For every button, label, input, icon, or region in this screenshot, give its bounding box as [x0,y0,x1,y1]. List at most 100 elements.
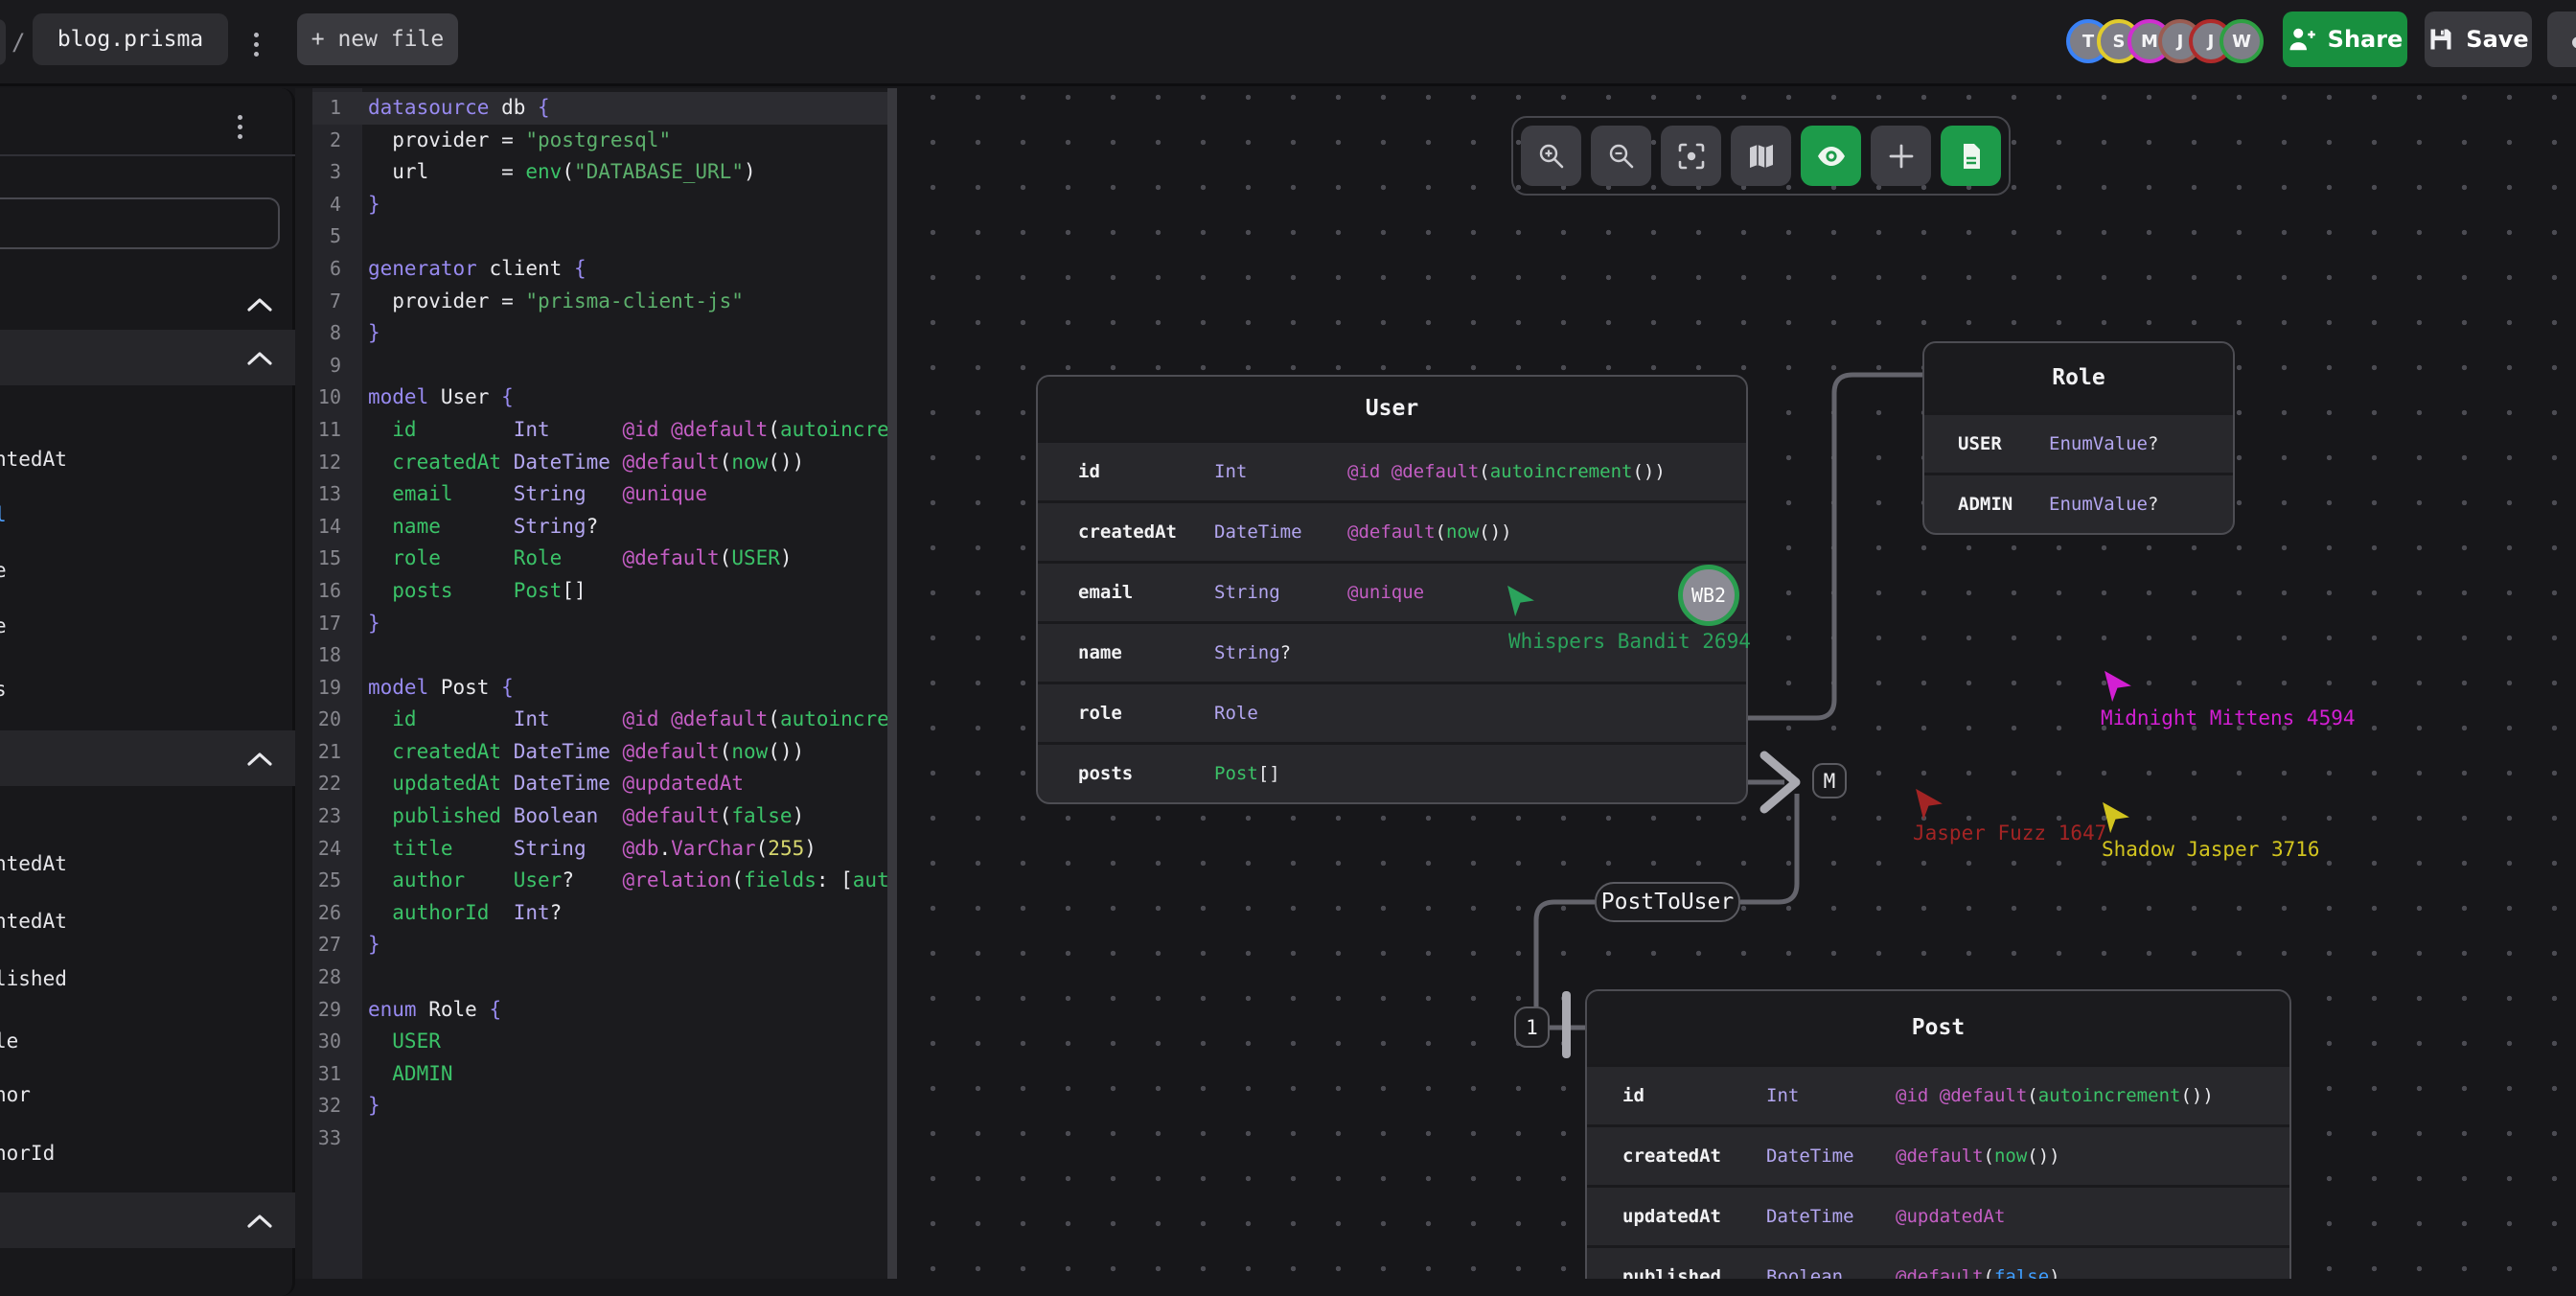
sidebar-section-role[interactable] [0,1192,295,1248]
code-line: 3 url = env("DATABASE_URL") [295,156,887,189]
sidebar-field-item[interactable]: s [0,678,7,701]
sidebar-field-item[interactable]: ntedAt [0,448,67,471]
code-line: 8} [295,317,887,350]
file-button[interactable] [1941,126,2001,186]
schema-code-editor[interactable]: 1datasource db {2 provider = "postgresql… [295,88,887,1279]
zoom-in-button[interactable] [1521,126,1581,186]
erd-field-row[interactable]: ADMINEnumValue? [1924,473,2233,533]
code-line: 7 provider = "prisma-client-js" [295,286,887,318]
save-button[interactable]: Save [2425,12,2532,67]
code-lines: 1datasource db {2 provider = "postgresql… [295,92,887,1155]
erd-table-post[interactable]: PostidInt@id @default(autoincrement())cr… [1585,989,2291,1279]
eye-button[interactable] [1801,126,1861,186]
plus-icon [1886,141,1917,172]
zoom-out-button[interactable] [1591,126,1651,186]
erd-field-row[interactable]: updatedAtDateTime@updatedAt [1587,1185,2289,1245]
erd-field-row[interactable]: createdAtDateTime@default(now()) [1587,1124,2289,1185]
sidebar-field-item[interactable]: l [0,503,7,526]
map-button[interactable] [1731,126,1791,186]
erd-field-row[interactable]: roleRole [1038,682,1746,742]
collaborator-cursor-avatar: WB2 [1678,565,1739,626]
remote-cursor-icon [2104,669,2132,707]
code-line: 18 [295,639,887,672]
chevron-up-icon [247,351,272,366]
erd-field-row[interactable]: publishedBoolean@default(false) [1587,1245,2289,1279]
relation-name-label[interactable]: PostToUser [1595,882,1740,922]
sidebar-field-item[interactable]: hor [0,1083,31,1106]
code-line: 6generator client { [295,253,887,286]
code-line: 16 posts Post[] [295,575,887,608]
cardinality-many-badge: M [1812,763,1847,798]
code-line: 22 updatedAt DateTime @updatedAt [295,768,887,800]
share-label: Share [2328,26,2404,53]
erd-field-row[interactable]: postsPost[] [1038,742,1746,802]
new-file-label: + new file [311,27,444,52]
sidebar-section-user[interactable] [0,330,295,385]
erd-field-row[interactable]: emailString@unique [1038,561,1746,621]
sidebar-field-item[interactable]: e [0,559,7,582]
sidebar-field-item[interactable]: ntedAt [0,852,67,875]
breadcrumb-separator: / [12,0,25,84]
chevron-up-icon [247,1214,272,1229]
code-line: 4} [295,189,887,221]
sidebar-field-item[interactable]: e [0,614,7,637]
file-tab[interactable]: blog.prisma [33,13,228,65]
schema-explorer-panel: ntedAtlees ntedAtntedAtlishedlehorhorId [0,88,295,1296]
erd-field-row[interactable]: idInt@id @default(autoincrement()) [1587,1064,2289,1124]
code-line: 5 [295,220,887,253]
code-line: 2 provider = "postgresql" [295,125,887,157]
save-label: Save [2466,26,2528,53]
erd-table-title: User [1038,377,1746,440]
code-line: 23 published Boolean @default(false) [295,800,887,833]
chevron-up-icon[interactable] [247,297,272,312]
file-icon [1956,141,1987,172]
code-line: 27} [295,929,887,961]
code-line: 20 id Int @id @default(autoincrement()) [295,704,887,736]
remote-cursor-name: Midnight Mittens 4594 [2101,706,2356,729]
code-line: 24 title String @db.VarChar(255) [295,833,887,866]
erd-canvas[interactable]: UseridInt@id @default(autoincrement())cr… [897,88,2576,1279]
remote-cursor-name: Shadow Jasper 3716 [2102,838,2320,861]
new-file-button[interactable]: + new file [297,13,458,65]
remote-cursor-icon [2102,800,2130,839]
search-input[interactable] [0,197,280,249]
avatar[interactable]: W [2220,19,2264,63]
code-line: 10model User { [295,382,887,414]
collaborator-avatars: TSMJJW [2066,19,2264,63]
sidebar-field-item[interactable]: lished [0,967,67,990]
code-line: 30 USER [295,1026,887,1058]
erd-field-row[interactable]: createdAtDateTime@default(now()) [1038,500,1746,561]
erd-field-row[interactable]: idInt@id @default(autoincrement()) [1038,440,1746,500]
code-line: 33 [295,1122,887,1155]
plus-button[interactable] [1871,126,1931,186]
one-cardinality-tick [1562,991,1571,1058]
code-line: 29enum Role { [295,994,887,1027]
diagram-toolbar [1511,116,2011,196]
focus-button[interactable] [1661,126,1721,186]
remote-cursor-name: Whispers Bandit 2694 [1508,630,1751,653]
code-line: 11 id Int @id @default(autoincrement()) [295,414,887,447]
focus-icon [1676,141,1707,172]
file-menu-kebab-icon[interactable] [254,33,259,57]
home-button[interactable] [0,19,6,65]
zoom-in-icon [1536,141,1567,172]
share-button[interactable]: Share [2283,12,2407,67]
sidebar-field-item[interactable]: horId [0,1142,55,1165]
code-line: 17} [295,608,887,640]
erd-table-role[interactable]: RoleUSEREnumValue?ADMINEnumValue? [1922,341,2235,535]
eye-icon [1816,141,1847,172]
share-person-icon [2288,25,2316,54]
panel-resize-handle[interactable] [887,88,897,1279]
sidebar-field-item[interactable]: ntedAt [0,910,67,933]
code-line: 28 [295,961,887,994]
erd-field-row[interactable]: USEREnumValue? [1924,412,2233,473]
export-button[interactable] [2547,12,2576,67]
zoom-out-icon [1606,141,1637,172]
panel-menu-kebab-icon[interactable] [238,115,242,139]
sidebar-section-post[interactable] [0,730,295,786]
remote-cursor-name: Jasper Fuzz 1647 [1913,822,2106,845]
erd-table-user[interactable]: UseridInt@id @default(autoincrement())cr… [1036,375,1748,804]
erd-table-title: Post [1587,991,2289,1064]
map-icon [1746,141,1777,172]
sidebar-field-item[interactable]: le [0,1030,18,1053]
